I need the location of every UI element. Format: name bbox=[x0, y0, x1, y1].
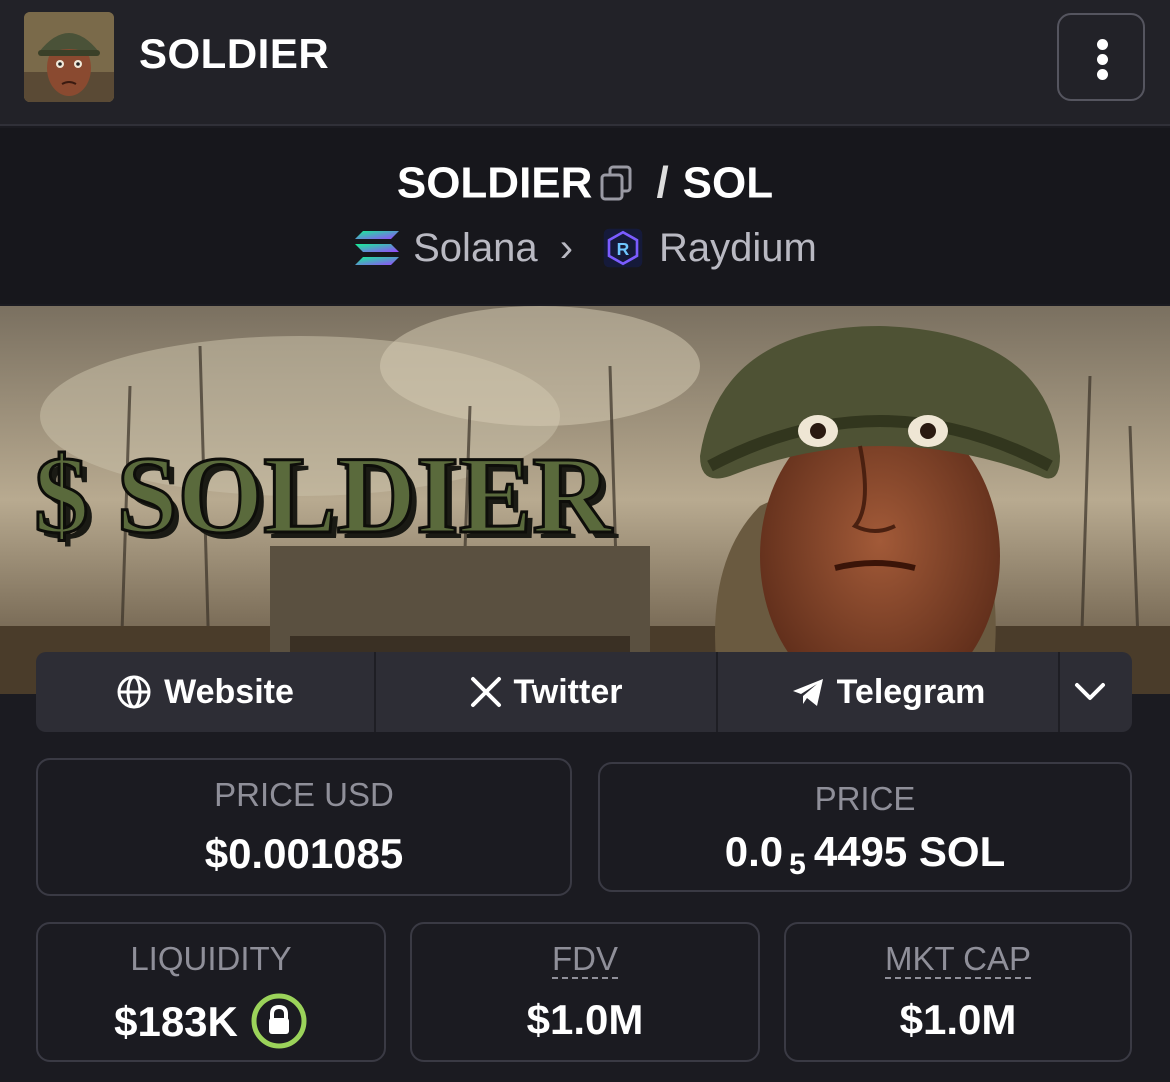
lock-icon[interactable] bbox=[250, 992, 308, 1050]
telegram-link-button[interactable]: Telegram bbox=[718, 652, 1060, 732]
chevron-right-icon: › bbox=[559, 225, 574, 270]
price-native-label: PRICE bbox=[814, 780, 916, 817]
price-usd-value: $0.001085 bbox=[204, 830, 404, 877]
token-banner: $ SOLDIER $ SOLDIER bbox=[0, 306, 1170, 694]
token-avatar[interactable] bbox=[24, 12, 114, 102]
price-native-prefix: 0.0 bbox=[724, 828, 784, 875]
solana-icon bbox=[355, 231, 400, 266]
market-cap-card: MKT CAP $1.0M bbox=[784, 922, 1132, 1062]
liquidity-value-row: $183K bbox=[38, 993, 384, 1054]
fdv-card: FDV $1.0M bbox=[410, 922, 760, 1062]
chain-breadcrumb: Solana › R Raydium bbox=[0, 224, 1170, 271]
svg-text:R: R bbox=[617, 239, 630, 259]
app-title: SOLDIER bbox=[139, 30, 330, 77]
price-usd-label: PRICE USD bbox=[214, 776, 394, 813]
website-label: Website bbox=[164, 672, 294, 711]
market-cap-value: $1.0M bbox=[899, 996, 1017, 1043]
quote-token-symbol: SOL bbox=[682, 158, 774, 208]
banner-title-front: $ SOLDIER bbox=[34, 434, 613, 556]
fdv-value: $1.0M bbox=[526, 996, 644, 1043]
menu-dot-icon bbox=[1097, 69, 1108, 80]
top-bar: SOLDIER bbox=[0, 0, 1170, 126]
pair-title: SOLDIER / SOL bbox=[0, 156, 1170, 208]
liquidity-value: $183K bbox=[114, 998, 238, 1046]
liquidity-label: LIQUIDITY bbox=[130, 940, 292, 977]
liquidity-card: LIQUIDITY $183K bbox=[36, 922, 386, 1062]
more-links-button[interactable] bbox=[1060, 652, 1132, 732]
menu-dot-icon bbox=[1097, 39, 1108, 50]
x-logo-icon bbox=[470, 677, 501, 707]
dex-link-raydium[interactable]: Raydium bbox=[659, 226, 817, 270]
soldier-avatar-icon bbox=[24, 12, 114, 102]
chevron-down-icon bbox=[1075, 683, 1105, 700]
price-native-card: PRICE 0.0 5 4495 SOL bbox=[598, 762, 1132, 892]
raydium-icon: R bbox=[603, 229, 643, 268]
price-native-digits: 4495 SOL bbox=[813, 828, 1006, 875]
telegram-icon bbox=[792, 679, 823, 706]
price-native-value: 0.0 5 4495 SOL bbox=[600, 828, 1130, 881]
fdv-label-wrap: FDV bbox=[412, 940, 758, 979]
pair-separator: / bbox=[656, 158, 669, 208]
base-token-symbol: SOLDIER bbox=[396, 158, 593, 208]
price-usd-card: PRICE USD $0.001085 bbox=[36, 758, 572, 896]
market-cap-label[interactable]: MKT CAP bbox=[884, 941, 1032, 979]
price-native-zero-count: 5 bbox=[789, 848, 806, 881]
chain-link-solana[interactable]: Solana bbox=[413, 226, 538, 270]
market-cap-label-wrap: MKT CAP bbox=[786, 940, 1130, 979]
social-links-bar: Website Twitter Telegram bbox=[36, 652, 1132, 732]
fdv-label[interactable]: FDV bbox=[552, 941, 618, 979]
pair-header: SOLDIER / SOL Solana › R Raydium bbox=[0, 128, 1170, 304]
menu-dot-icon bbox=[1097, 54, 1108, 65]
copy-icon[interactable] bbox=[598, 163, 634, 203]
telegram-label: Telegram bbox=[836, 672, 986, 711]
banner-image: $ SOLDIER $ SOLDIER bbox=[0, 306, 1170, 694]
more-menu-button[interactable] bbox=[1057, 13, 1145, 101]
twitter-link-button[interactable]: Twitter bbox=[376, 652, 718, 732]
twitter-label: Twitter bbox=[513, 672, 623, 711]
globe-icon bbox=[117, 675, 151, 709]
website-link-button[interactable]: Website bbox=[36, 652, 376, 732]
